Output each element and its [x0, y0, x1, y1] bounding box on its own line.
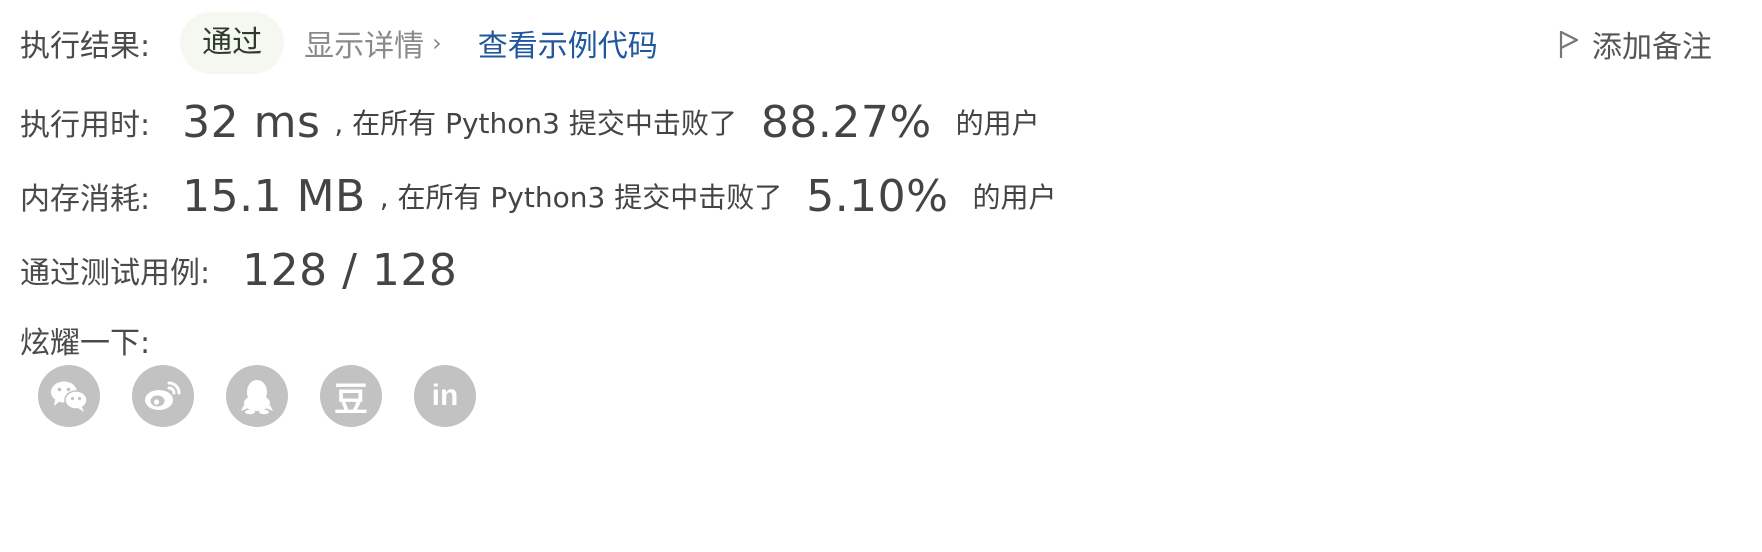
share-label: 炫耀一下: [20, 326, 151, 361]
runtime-row: 执行用时: 32 ms , 在所有 Python3 提交中击败了 88.27% … [20, 92, 1040, 152]
douban-icon[interactable]: 豆 [320, 365, 382, 427]
tests-row: 通过测试用例: 128 / 128 [20, 240, 457, 300]
tests-value: 128 / 128 [242, 244, 458, 296]
add-note-button[interactable]: 添加备注 [1558, 22, 1712, 66]
wechat-icon[interactable] [38, 365, 100, 427]
memory-suffix: 的用户 [972, 181, 1057, 214]
runtime-percent: 88.27% [760, 96, 932, 148]
runtime-suffix: 的用户 [955, 107, 1040, 140]
chevron-right-icon: › [432, 29, 442, 57]
linkedin-icon[interactable]: in [414, 365, 476, 427]
view-example-code-link[interactable]: 查看示例代码 [478, 21, 658, 65]
runtime-value: 32 ms [182, 96, 321, 148]
runtime-beat-text: , 在所有 Python3 提交中击败了 [334, 107, 737, 140]
douban-glyph: 豆 [334, 379, 368, 420]
weibo-icon[interactable] [132, 365, 194, 427]
flag-icon [1559, 31, 1579, 58]
share-icons: 豆 in [38, 365, 476, 427]
result-row: 执行结果: 通过 显示详情 › 查看示例代码 [20, 12, 658, 74]
tests-label: 通过测试用例: [20, 256, 211, 291]
memory-row: 内存消耗: 15.1 MB , 在所有 Python3 提交中击败了 5.10%… [20, 166, 1057, 226]
status-badge: 通过 [180, 12, 285, 74]
qq-icon[interactable] [226, 365, 288, 427]
add-note-label: 添加备注 [1592, 30, 1712, 65]
memory-value: 15.1 MB [182, 170, 366, 222]
runtime-label: 执行用时: [20, 108, 151, 143]
show-details-link[interactable]: 显示详情 › [304, 21, 442, 65]
memory-beat-text: , 在所有 Python3 提交中击败了 [379, 181, 783, 214]
memory-label: 内存消耗: [20, 182, 151, 217]
show-details-label: 显示详情 [304, 29, 425, 64]
memory-percent: 5.10% [806, 170, 949, 222]
result-label: 执行结果: [20, 29, 151, 64]
linkedin-glyph: in [431, 379, 459, 412]
